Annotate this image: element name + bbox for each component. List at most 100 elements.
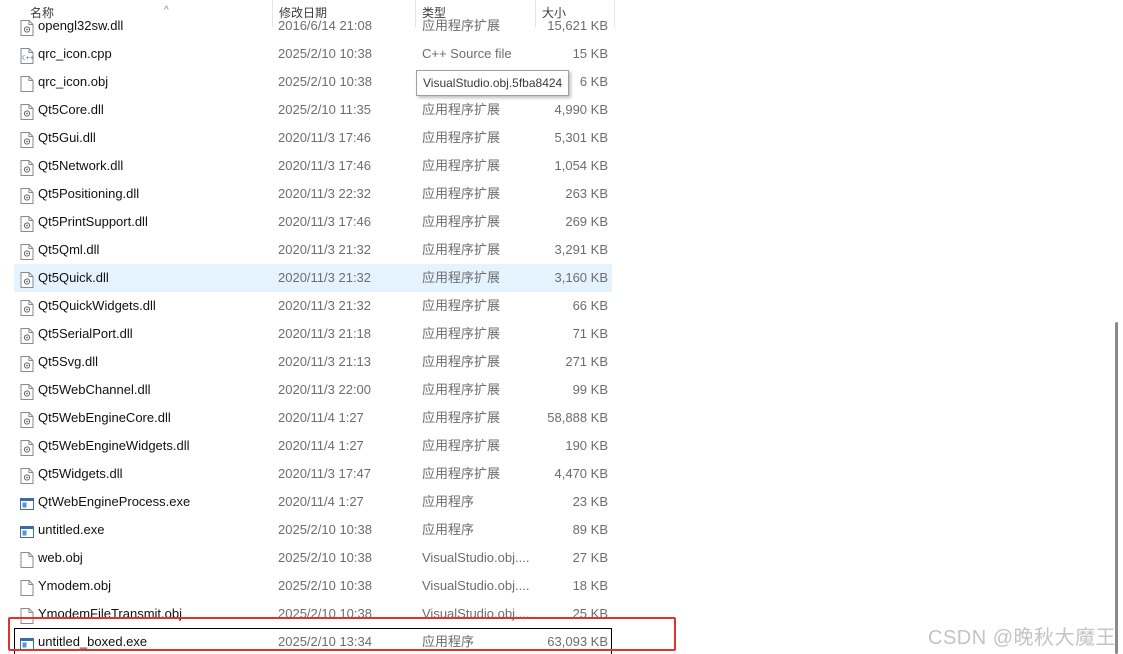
svg-text:C++: C++: [22, 56, 34, 62]
file-type: 应用程序扩展: [422, 242, 501, 257]
file-type: 应用程序扩展: [422, 410, 501, 425]
file-row[interactable]: Qt5QuickWidgets.dll 2020/11/3 21:32 应用程序扩展…: [14, 292, 612, 320]
file-date: 2025/2/10 10:38: [278, 74, 372, 89]
file-icon: [20, 578, 34, 596]
file-name: Qt5Gui.dll: [38, 130, 96, 145]
file-name: Qt5Positioning.dll: [38, 186, 140, 201]
file-name: Qt5Network.dll: [38, 158, 124, 173]
file-name: Qt5Quick.dll: [38, 270, 109, 285]
file-name: Qt5Core.dll: [38, 102, 104, 117]
file-type: 应用程序扩展: [422, 298, 501, 313]
file-date: 2016/6/14 21:08: [278, 18, 372, 33]
dll-icon: [20, 130, 34, 148]
file-type: VisualStudio.obj....: [422, 550, 530, 565]
file-size: 27 KB: [572, 550, 608, 565]
file-type: 应用程序扩展: [422, 186, 501, 201]
dll-icon: [20, 466, 34, 484]
file-row[interactable]: untitled.exe 2025/2/10 10:38 应用程序 89 KB: [14, 516, 612, 544]
file-row[interactable]: Qt5Widgets.dll 2020/11/3 17:47 应用程序扩展 4,470…: [14, 460, 612, 488]
dll-icon: [20, 438, 34, 456]
dll-icon: [20, 410, 34, 428]
file-size: 71 KB: [572, 326, 608, 341]
file-date: 2020/11/3 17:46: [278, 214, 372, 229]
file-name: Qt5Svg.dll: [38, 354, 98, 369]
file-date: 2020/11/4 1:27: [278, 494, 364, 509]
file-date: 2020/11/3 21:18: [278, 326, 372, 341]
file-row[interactable]: Qt5WebEngineWidgets.dll 2020/11/4 1:27 应用程…: [14, 432, 612, 460]
file-row[interactable]: Qt5SerialPort.dll 2020/11/3 21:18 应用程序扩展 71…: [14, 320, 612, 348]
cpp-file-icon: C++: [20, 46, 34, 64]
file-name: Qt5SerialPort.dll: [38, 326, 133, 341]
dll-icon: [20, 298, 34, 316]
file-type: 应用程序: [422, 494, 475, 509]
file-type: 应用程序扩展: [422, 158, 501, 173]
file-name: Qt5QuickWidgets.dll: [38, 298, 156, 313]
file-row[interactable]: Ymodem.obj 2025/2/10 10:38 VisualStudio.ob…: [14, 572, 612, 600]
file-row[interactable]: Qt5Core.dll 2025/2/10 11:35 应用程序扩展 4,990 KB: [14, 96, 612, 124]
file-icon: [20, 74, 34, 92]
vertical-scrollbar[interactable]: [1111, 0, 1123, 654]
file-size: 15,621 KB: [547, 18, 608, 33]
dll-icon: [20, 326, 34, 344]
file-type: 应用程序扩展: [422, 354, 501, 369]
file-size: 99 KB: [572, 382, 608, 397]
file-date: 2020/11/3 21:13: [278, 354, 372, 369]
file-date: 2020/11/3 21:32: [278, 270, 372, 285]
file-row[interactable]: Qt5PrintSupport.dll 2020/11/3 17:46 应用程序扩展…: [14, 208, 612, 236]
file-size: 1,054 KB: [554, 158, 609, 173]
file-size: 3,160 KB: [554, 270, 609, 285]
file-explorer: 名称 ^ 修改日期 类型 大小 opengl32sw.dll 2016/6/14 …: [0, 0, 1123, 654]
file-size: 4,990 KB: [554, 102, 609, 117]
watermark: CSDN @晚秋大魔王: [928, 627, 1117, 649]
file-type: VisualStudio.obj....: [422, 578, 530, 593]
file-name: QtWebEngineProcess.exe: [38, 494, 191, 509]
file-type: 应用程序扩展: [422, 270, 501, 285]
file-size: 6 KB: [579, 74, 608, 89]
file-row[interactable]: Qt5Qml.dll 2020/11/3 21:32 应用程序扩展 3,291 KB: [14, 236, 612, 264]
file-row[interactable]: opengl32sw.dll 2016/6/14 21:08 应用程序扩展 15,62…: [14, 12, 612, 40]
file-size: 5,301 KB: [554, 130, 609, 145]
file-row[interactable]: QtWebEngineProcess.exe 2020/11/4 1:27 应用程序…: [14, 488, 612, 516]
file-name: opengl32sw.dll: [38, 18, 124, 33]
dll-icon: [20, 354, 34, 372]
file-size: 58,888 KB: [547, 410, 608, 425]
file-row[interactable]: Qt5Quick.dll 2020/11/3 21:32 应用程序扩展 3,160 K…: [14, 264, 612, 292]
file-row[interactable]: Qt5Positioning.dll 2020/11/3 22:32 应用程序扩展 2…: [14, 180, 612, 208]
file-name: web.obj: [38, 550, 83, 565]
file-date: 2020/11/3 17:46: [278, 130, 372, 145]
file-type: 应用程序扩展: [422, 326, 501, 341]
file-date: 2020/11/3 22:32: [278, 186, 372, 201]
file-date: 2020/11/3 21:32: [278, 298, 372, 313]
file-name: Qt5PrintSupport.dll: [38, 214, 148, 229]
file-date: 2025/2/10 11:35: [278, 102, 372, 117]
file-type: 应用程序扩展: [422, 382, 501, 397]
scrollbar-thumb[interactable]: [1115, 322, 1118, 654]
file-name: Qt5Qml.dll: [38, 242, 100, 257]
file-date: 2020/11/3 22:00: [278, 382, 372, 397]
file-row[interactable]: Qt5WebEngineCore.dll 2020/11/4 1:27 应用程序扩展…: [14, 404, 612, 432]
file-size: 89 KB: [572, 522, 608, 537]
file-row[interactable]: C++ qrc_icon.cpp 2025/2/10 10:38 C++ Source…: [14, 40, 612, 68]
file-size: 271 KB: [565, 354, 608, 369]
file-row[interactable]: Qt5Svg.dll 2020/11/3 21:13 应用程序扩展 271 KB: [14, 348, 612, 376]
file-date: 2020/11/4 1:27: [278, 438, 364, 453]
file-date: 2025/2/10 10:38: [278, 578, 372, 593]
file-type: 应用程序扩展: [422, 130, 501, 145]
file-row[interactable]: Qt5Gui.dll 2020/11/3 17:46 应用程序扩展 5,301 KB: [14, 124, 612, 152]
dll-icon: [20, 382, 34, 400]
file-date: 2025/2/10 10:38: [278, 46, 372, 61]
file-type: 应用程序扩展: [422, 466, 501, 481]
file-date: 2020/11/3 17:47: [278, 466, 372, 481]
file-row[interactable]: web.obj 2025/2/10 10:38 VisualStudio.obj..…: [14, 544, 612, 572]
file-date: 2025/2/10 10:38: [278, 550, 372, 565]
dll-icon: [20, 270, 34, 288]
file-size: 66 KB: [572, 298, 608, 313]
dll-icon: [20, 102, 34, 120]
file-row[interactable]: Qt5WebChannel.dll 2020/11/3 22:00 应用程序扩展 99…: [14, 376, 612, 404]
dll-icon: [20, 158, 34, 176]
file-row[interactable]: Qt5Network.dll 2020/11/3 17:46 应用程序扩展 1,054…: [14, 152, 612, 180]
file-name: qrc_icon.cpp: [38, 46, 112, 61]
file-name: Qt5WebEngineWidgets.dll: [38, 438, 190, 453]
dll-icon: [20, 186, 34, 204]
file-name: qrc_icon.obj: [38, 74, 109, 89]
